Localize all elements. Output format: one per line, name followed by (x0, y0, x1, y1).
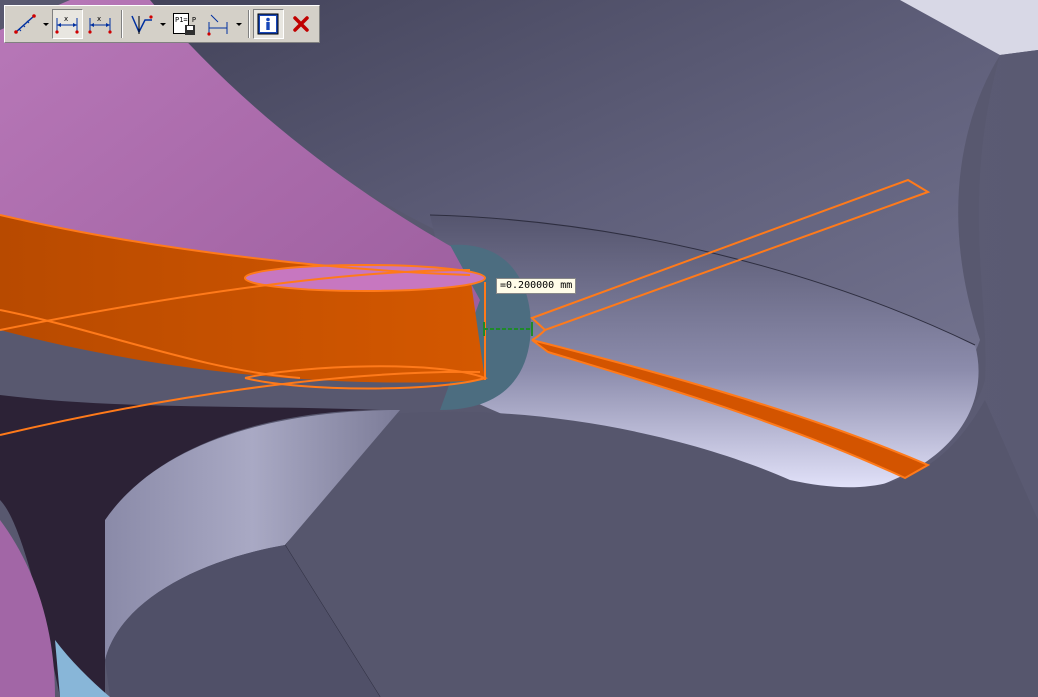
close-button[interactable] (286, 9, 317, 39)
dimension-horizontal-icon: x (55, 15, 79, 34)
curve-analysis-icon (130, 15, 153, 34)
toolbar-separator (247, 10, 250, 38)
close-icon (293, 16, 310, 32)
point-compare-icon: P1= P2= (173, 13, 196, 35)
measurement-label: =0.200000 mm (496, 278, 577, 294)
curve-analysis-dropdown[interactable] (159, 9, 167, 39)
svg-text:x: x (97, 15, 101, 23)
chevron-down-icon (42, 22, 49, 26)
dimension-horizontal-button[interactable]: x (51, 9, 83, 39)
dimension-aligned-button[interactable]: x (85, 9, 116, 39)
measure-icon (13, 14, 36, 34)
dimension-offset-dropdown[interactable] (235, 9, 243, 39)
dimension-aligned-icon: x (88, 15, 113, 34)
point-compare-button[interactable]: P1= P2= (169, 9, 200, 39)
curve-analysis-button[interactable] (126, 9, 157, 39)
toolbar-separator (121, 10, 124, 38)
measure-dropdown[interactable] (42, 9, 50, 39)
info-button[interactable] (252, 9, 284, 39)
svg-text:P1= P2=: P1= P2= (175, 16, 196, 24)
info-icon (257, 13, 279, 35)
dimension-offset-icon (206, 14, 228, 36)
dimension-offset-button[interactable] (202, 9, 233, 39)
chevron-down-icon (235, 22, 242, 26)
measure-button[interactable] (9, 9, 40, 39)
3d-viewport[interactable] (0, 0, 1038, 697)
svg-text:x: x (64, 15, 68, 23)
chevron-down-icon (160, 22, 166, 26)
measure-toolbar: x x P1= P2= (4, 5, 320, 43)
